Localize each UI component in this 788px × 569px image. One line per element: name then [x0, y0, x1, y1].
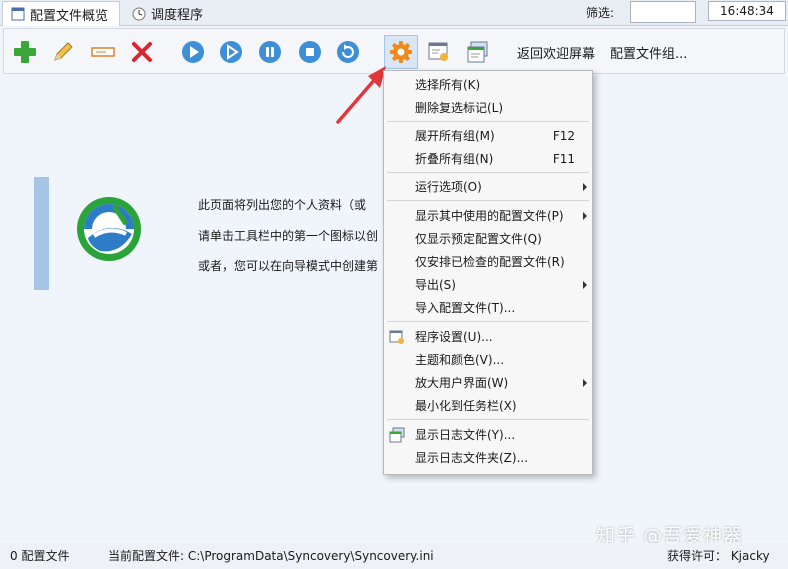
syncovery-logo-icon — [77, 197, 141, 261]
log-window-icon — [467, 41, 488, 63]
status-bar: 0 配置文件 当前配置文件: C:\ProgramData\Syncovery\… — [0, 543, 788, 569]
submenu-arrow-icon — [583, 212, 587, 220]
refresh-icon — [337, 41, 359, 63]
plus-icon — [14, 41, 36, 63]
menu-separator — [387, 321, 589, 322]
clock-icon — [132, 7, 146, 21]
submenu-arrow-icon — [583, 379, 587, 387]
menu-item-run-options[interactable]: 运行选项(O) — [385, 175, 591, 198]
intro-text-line: 或者，您可以在向导模式中创建第 — [198, 259, 379, 273]
menu-item-label: 折叠所有组(N) — [415, 152, 494, 166]
menu-separator — [387, 172, 589, 173]
toolbar: 返回欢迎屏幕 配置文件组... — [3, 28, 785, 74]
pause-icon — [259, 41, 281, 63]
menu-item-label: 运行选项(O) — [415, 180, 482, 194]
tab-label: 配置文件概览 — [30, 8, 109, 24]
menu-separator — [387, 121, 589, 122]
profile-window-icon — [11, 7, 25, 21]
menu-item-minimize-to-tray[interactable]: 最小化到任务栏(X) — [385, 394, 591, 417]
program-settings-button[interactable] — [422, 35, 456, 69]
add-profile-button[interactable] — [8, 35, 42, 69]
menu-item-label: 放大用户界面(W) — [415, 376, 509, 390]
menu-item-shortcut: F12 — [552, 128, 575, 143]
menu-item-label: 仅显示预定配置文件(Q) — [415, 232, 542, 246]
tab-label: 调度程序 — [151, 8, 204, 23]
intro-accent-bar — [34, 177, 49, 290]
log-window-icon — [389, 427, 405, 443]
run-button[interactable] — [176, 35, 210, 69]
settings-window-icon — [389, 330, 404, 344]
delete-x-icon — [132, 42, 152, 62]
intro-text-line: 请单击工具栏中的第一个图标以创 — [198, 229, 379, 243]
menu-item-show-used-profiles[interactable]: 显示其中使用的配置文件(P) — [385, 204, 591, 227]
play-outline-icon — [220, 41, 242, 63]
pause-button[interactable] — [253, 35, 287, 69]
stop-button[interactable] — [293, 35, 327, 69]
menu-item-themes-colors[interactable]: 主题和颜色(V)... — [385, 348, 591, 371]
stop-icon — [299, 41, 321, 63]
license-info: 获得许可： Kjacky — [667, 549, 770, 563]
submenu-arrow-icon — [583, 183, 587, 191]
run-attended-button[interactable] — [214, 35, 248, 69]
menu-item-label: 主题和颜色(V)... — [415, 353, 505, 367]
menu-item-zoom-ui[interactable]: 放大用户界面(W) — [385, 371, 591, 394]
settings-context-menu: 选择所有(K) 删除复选标记(L) 展开所有组(M) F12 折叠所有组(N) … — [383, 70, 593, 475]
tab-scheduler[interactable]: 调度程序 — [124, 1, 234, 26]
menu-item-program-settings[interactable]: 程序设置(U)... — [385, 325, 591, 348]
edit-profile-button[interactable] — [46, 35, 80, 69]
menu-item-label: 最小化到任务栏(X) — [415, 399, 517, 413]
play-icon — [182, 41, 204, 63]
red-arrow-annotation — [336, 66, 386, 124]
menu-item-import-profiles[interactable]: 导入配置文件(T)... — [385, 296, 591, 319]
rename-profile-button[interactable] — [86, 35, 120, 69]
menu-item-export[interactable]: 导出(S) — [385, 273, 591, 296]
filter-input[interactable] — [630, 1, 696, 23]
tab-profile-overview[interactable]: 配置文件概览 — [2, 1, 120, 26]
gear-icon — [390, 41, 412, 63]
menu-item-show-log-folder[interactable]: 显示日志文件夹(Z)... — [385, 446, 591, 469]
menu-item-label: 导出(S) — [415, 278, 456, 292]
settings-window-icon — [428, 42, 448, 61]
menu-item-shortcut: F11 — [552, 151, 575, 166]
delete-profile-button[interactable] — [125, 35, 159, 69]
menu-item-collapse-groups[interactable]: 折叠所有组(N) F11 — [385, 147, 591, 170]
menu-item-label: 程序设置(U)... — [415, 330, 493, 344]
menu-item-select-all[interactable]: 选择所有(K) — [385, 73, 591, 96]
menu-item-label: 选择所有(K) — [415, 78, 481, 92]
menu-item-clear-checkmarks[interactable]: 删除复选标记(L) — [385, 96, 591, 119]
menu-item-show-scheduled-only[interactable]: 仅显示预定配置文件(Q) — [385, 227, 591, 250]
menu-separator — [387, 419, 589, 420]
menu-item-label: 仅安排已检查的配置文件(R) — [415, 255, 565, 269]
menu-separator — [387, 200, 589, 201]
log-button[interactable] — [461, 35, 495, 69]
menu-item-label: 展开所有组(M) — [415, 129, 495, 143]
menu-item-label: 删除复选标记(L) — [415, 101, 504, 115]
menu-item-label: 显示其中使用的配置文件(P) — [415, 209, 564, 223]
clock-display: 16:48:34 — [708, 1, 786, 21]
filter-label: 筛选: — [586, 6, 615, 20]
intro-text-line: 此页面将列出您的个人资料（或 — [198, 198, 367, 212]
tab-bar: 配置文件概览 调度程序 筛选: 16:48:34 — [0, 0, 788, 26]
menu-item-label: 显示日志文件夹(Z)... — [415, 451, 529, 465]
submenu-arrow-icon — [583, 281, 587, 289]
current-config-path: 当前配置文件: C:\ProgramData\Syncovery\Syncove… — [108, 549, 434, 563]
rename-icon — [91, 47, 115, 57]
menu-item-label: 显示日志文件(Y)... — [415, 428, 516, 442]
profile-count: 0 配置文件 — [10, 549, 70, 563]
menu-item-show-log-file[interactable]: 显示日志文件(Y)... — [385, 423, 591, 446]
welcome-screen-button[interactable]: 返回欢迎屏幕 — [517, 43, 595, 62]
menu-item-expand-groups[interactable]: 展开所有组(M) F12 — [385, 124, 591, 147]
menu-item-schedule-checked-only[interactable]: 仅安排已检查的配置文件(R) — [385, 250, 591, 273]
pencil-icon — [54, 42, 73, 61]
profile-group-button[interactable]: 配置文件组... — [610, 43, 687, 62]
menu-item-label: 导入配置文件(T)... — [415, 301, 516, 315]
